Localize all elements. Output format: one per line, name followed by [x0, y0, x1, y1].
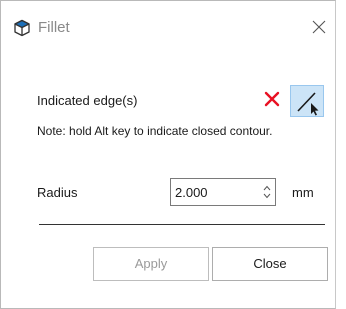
spinner-arrows-icon[interactable]: [262, 183, 272, 201]
radius-label: Radius: [37, 185, 78, 200]
close-icon[interactable]: [311, 19, 327, 35]
dialog-title: Fillet: [38, 19, 70, 36]
radius-value[interactable]: 2.000: [175, 185, 208, 200]
close-button[interactable]: Close: [212, 247, 328, 281]
indicated-edges-label: Indicated edge(s): [37, 93, 138, 108]
closed-contour-note: Note: hold Alt key to indicate closed co…: [37, 124, 273, 138]
fillet-cube-icon: [13, 19, 31, 37]
radius-spin-input[interactable]: 2.000: [170, 178, 276, 206]
clear-selection-red-x-icon[interactable]: [263, 90, 281, 108]
edge-select-tool-button[interactable]: [290, 85, 324, 117]
radius-unit: mm: [292, 185, 314, 200]
apply-button[interactable]: Apply: [93, 247, 209, 281]
fillet-dialog: Fillet Indicated edge(s) Note: hold Alt …: [0, 0, 336, 309]
separator-line: [39, 224, 325, 225]
title-bar: Fillet: [1, 1, 335, 55]
edge-select-cursor-icon: [297, 92, 319, 116]
